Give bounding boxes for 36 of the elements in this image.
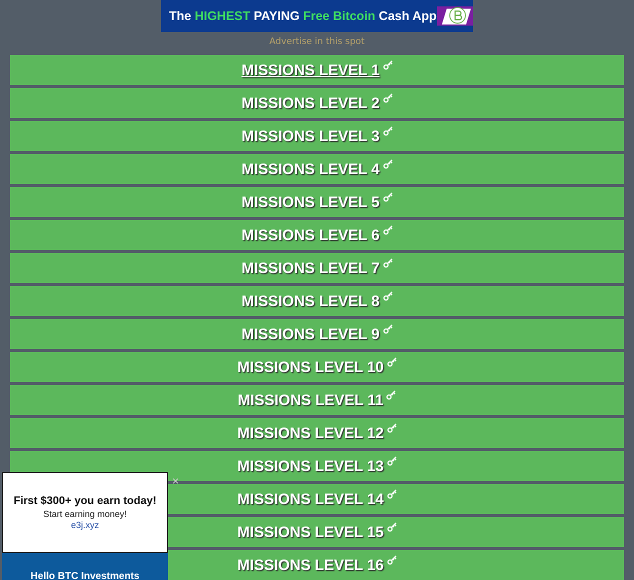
key-icon (382, 192, 393, 202)
mission-button[interactable]: MISSIONS LEVEL 11 (10, 385, 624, 415)
ad-domain-link[interactable]: e3j.xyz (70, 520, 99, 530)
key-icon (382, 60, 393, 70)
mission-button[interactable]: MISSIONS LEVEL 6 (10, 220, 624, 250)
mission-button[interactable]: MISSIONS LEVEL 4 (10, 154, 624, 184)
mission-button[interactable]: MISSIONS LEVEL 2 (10, 88, 624, 118)
key-icon (386, 489, 397, 499)
mission-button[interactable]: MISSIONS LEVEL 12 (10, 418, 624, 448)
key-icon (386, 423, 397, 433)
ad-dialog[interactable]: First $300+ you earn today! Start earning money! e3j.xyz (2, 472, 168, 553)
key-icon (386, 522, 397, 532)
key-icon (382, 126, 393, 136)
key-icon (386, 357, 397, 367)
mission-button[interactable]: MISSIONS LEVEL 9 (10, 319, 624, 349)
mission-button[interactable]: MISSIONS LEVEL 8 (10, 286, 624, 316)
ad-headline: First $300+ you earn today! (14, 495, 156, 507)
key-icon (382, 93, 393, 103)
banner-text: The HIGHEST PAYING Free Bitcoin Cash App (169, 9, 437, 23)
ad-banner[interactable]: The HIGHEST PAYING Free Bitcoin Cash App (161, 0, 473, 32)
mission-button[interactable]: MISSIONS LEVEL 3 (10, 121, 624, 151)
key-icon (382, 291, 393, 301)
key-icon (382, 225, 393, 235)
advertise-link[interactable]: Advertise in this spot (269, 37, 365, 47)
key-icon (382, 258, 393, 268)
mission-button[interactable]: MISSIONS LEVEL 1 (10, 55, 624, 85)
key-icon (386, 456, 397, 466)
key-icon (386, 555, 397, 565)
mission-button[interactable]: MISSIONS LEVEL 5 (10, 187, 624, 217)
ad-banner-dialog[interactable]: Hello BTC Investments (2, 553, 168, 580)
key-icon (382, 159, 393, 169)
mission-button[interactable]: MISSIONS LEVEL 10 (10, 352, 624, 382)
key-icon (382, 324, 393, 334)
key-icon (386, 390, 396, 400)
ad-title: Hello BTC Investments (30, 571, 140, 580)
mission-button[interactable]: MISSIONS LEVEL 7 (10, 253, 624, 283)
